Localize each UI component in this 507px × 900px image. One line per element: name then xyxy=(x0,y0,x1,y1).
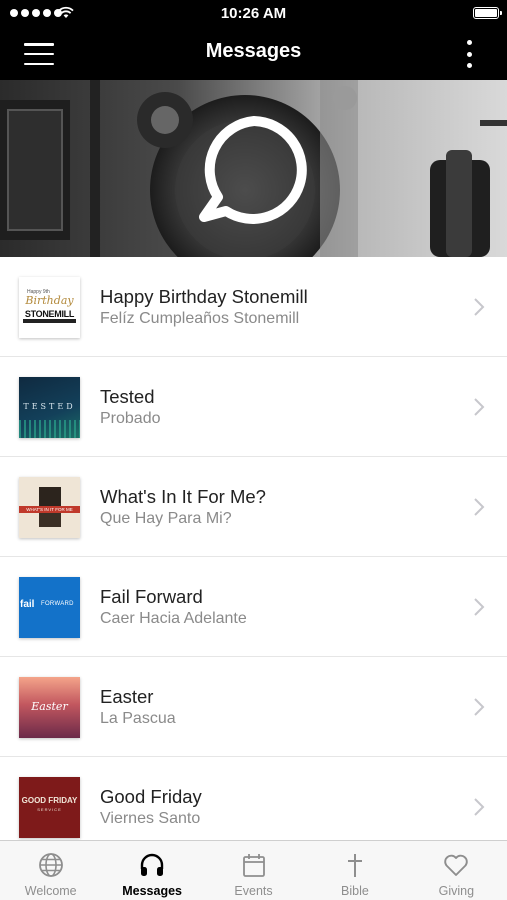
tab-giving[interactable]: Giving xyxy=(406,841,507,900)
header-banner xyxy=(0,80,507,257)
tab-events[interactable]: Events xyxy=(203,841,304,900)
message-subtitle: Que Hay Para Mi? xyxy=(100,510,232,527)
tab-welcome[interactable]: Welcome xyxy=(0,841,101,900)
message-row-fail-forward[interactable]: fail FORWARD Fail Forward Caer Hacia Ade… xyxy=(0,557,507,657)
calendar-icon xyxy=(242,854,265,877)
thumbnail-text: TESTED xyxy=(23,402,76,411)
page-title: Messages xyxy=(205,40,302,62)
message-thumbnail: fail FORWARD xyxy=(19,577,80,638)
status-bar: 10:26 AM xyxy=(0,0,507,28)
battery-icon xyxy=(473,7,502,19)
message-subtitle: Viernes Santo xyxy=(100,810,201,827)
message-thumbnail: WHAT'S IN IT FOR ME xyxy=(19,477,80,538)
message-subtitle: Probado xyxy=(100,410,161,427)
message-row-happy-birthday[interactable]: Happy 9th Birthday STONEMILL Happy Birth… xyxy=(0,257,507,357)
message-row-whats-in-it-for-me[interactable]: WHAT'S IN IT FOR ME What's In It For Me?… xyxy=(0,457,507,557)
chevron-right-icon xyxy=(474,498,485,516)
thumbnail-text: Birthday xyxy=(25,294,74,307)
message-row-tested[interactable]: TESTED Tested Probado xyxy=(0,357,507,457)
message-subtitle: La Pascua xyxy=(100,710,176,727)
thumbnail-box xyxy=(39,513,61,527)
message-title: Easter xyxy=(100,686,154,707)
thumbnail-wave xyxy=(19,420,80,438)
tab-label: Messages xyxy=(122,884,182,898)
chevron-right-icon xyxy=(474,598,485,616)
message-row-good-friday[interactable]: GOOD FRIDAY SERVICE Good Friday Viernes … xyxy=(0,757,507,840)
message-title: Fail Forward xyxy=(100,586,203,607)
chevron-right-icon xyxy=(474,798,485,816)
message-title: Tested xyxy=(100,386,155,407)
message-title: What's In It For Me? xyxy=(100,486,266,507)
message-thumbnail: Easter xyxy=(19,677,80,738)
tab-bible[interactable]: Bible xyxy=(304,841,405,900)
tab-label: Giving xyxy=(438,884,475,898)
tab-label: Welcome xyxy=(24,884,77,898)
message-thumbnail: TESTED xyxy=(19,377,80,438)
thumbnail-text: SERVICE xyxy=(37,807,62,812)
chevron-right-icon xyxy=(474,298,485,316)
tab-label: Bible xyxy=(341,884,369,898)
tab-label: Events xyxy=(234,884,273,898)
message-thumbnail: Happy 9th Birthday STONEMILL xyxy=(19,277,80,338)
thumbnail-text: FORWARD xyxy=(41,601,74,607)
more-options-icon[interactable] xyxy=(459,40,479,68)
chevron-right-icon xyxy=(474,698,485,716)
message-subtitle: Felíz Cumpleaños Stonemill xyxy=(100,310,300,327)
thumbnail-text: WHAT'S IN IT FOR ME xyxy=(19,506,80,513)
thumbnail-mountain xyxy=(23,319,76,323)
message-list: Happy 9th Birthday STONEMILL Happy Birth… xyxy=(0,257,507,840)
heart-icon xyxy=(444,854,469,876)
message-row-easter[interactable]: Easter Easter La Pascua xyxy=(0,657,507,757)
thumbnail-text: GOOD FRIDAY xyxy=(21,796,78,805)
nav-bar: Messages xyxy=(0,28,507,80)
thumbnail-text: STONEMILL xyxy=(24,309,75,319)
chevron-right-icon xyxy=(474,398,485,416)
thumbnail-text: Easter xyxy=(31,700,68,713)
message-title: Good Friday xyxy=(100,786,202,807)
message-subtitle: Caer Hacia Adelante xyxy=(100,610,247,627)
message-thumbnail: GOOD FRIDAY SERVICE xyxy=(19,777,80,838)
message-title: Happy Birthday Stonemill xyxy=(100,286,308,307)
chat-bubble-icon xyxy=(199,116,307,224)
status-time: 10:26 AM xyxy=(220,5,287,22)
cross-icon xyxy=(347,854,362,877)
tab-bar: Welcome Messages Events Bible Giving xyxy=(0,840,507,900)
globe-icon xyxy=(38,853,63,877)
tab-messages[interactable]: Messages xyxy=(101,841,202,900)
thumbnail-text: fail xyxy=(20,599,35,610)
headphones-icon xyxy=(140,853,164,876)
